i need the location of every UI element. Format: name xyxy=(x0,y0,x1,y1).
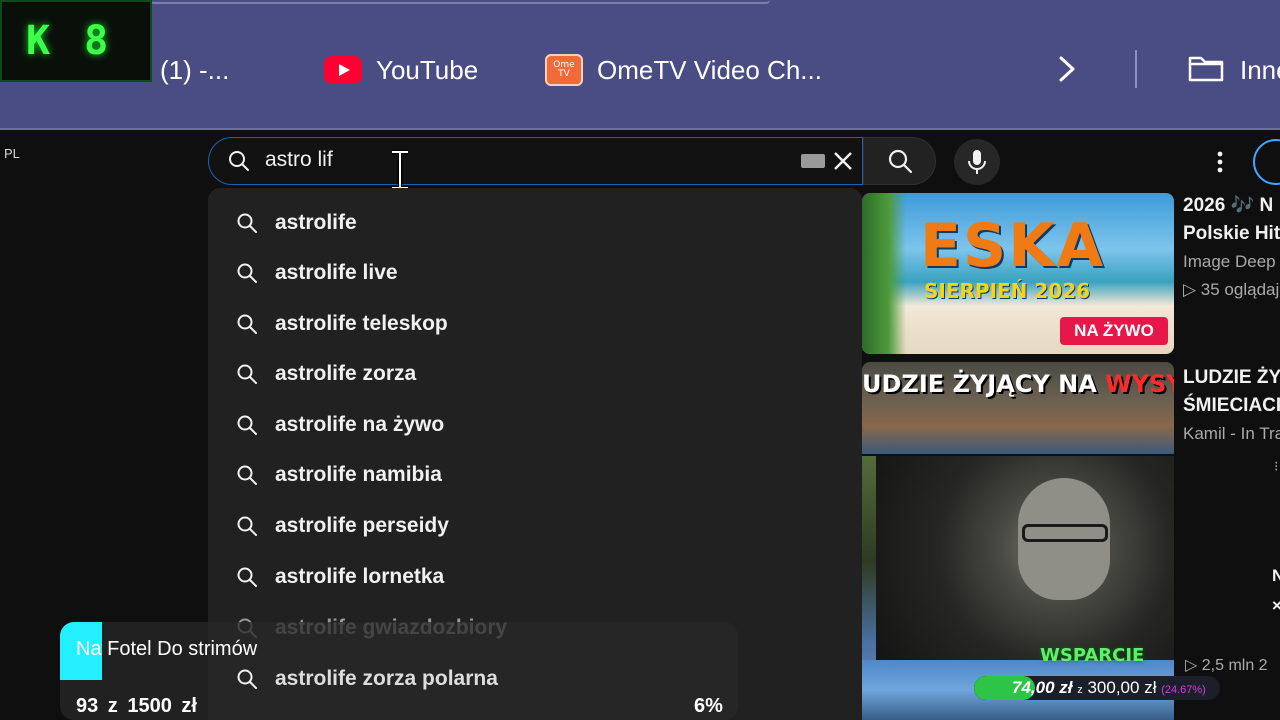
bookmark-ometv[interactable]: Ome TV OmeTV Video Ch... xyxy=(545,50,822,90)
donation-target: 300,00 zł xyxy=(1087,678,1157,697)
suggestion-text: astrolife namibia xyxy=(275,463,442,486)
voice-search-button[interactable] xyxy=(954,139,1000,185)
video-thumbnail-eska[interactable]: ESKA SIERPIEŃ 2026 NA ŻYWO xyxy=(862,193,1174,354)
thumbnail-subtitle: SIERPIEŃ 2026 xyxy=(924,279,1091,303)
keyboard-icon[interactable] xyxy=(801,154,825,168)
search-icon xyxy=(237,465,257,485)
goal-amount: 93 z 1500 zł xyxy=(76,695,197,717)
ometv-icon: Ome TV xyxy=(545,54,583,86)
thumbnail-decoration xyxy=(862,193,906,354)
suggestion-item[interactable]: astrolife na żywo xyxy=(208,400,862,450)
search-icon xyxy=(237,213,257,233)
donation-separator: z xyxy=(1077,684,1083,696)
search-icon xyxy=(237,263,257,283)
suggestion-item[interactable]: astrolife zorza xyxy=(208,349,862,399)
chevron-right-icon[interactable] xyxy=(1053,54,1081,84)
more-vert-icon[interactable]: ⁝ xyxy=(1274,458,1278,475)
bookmark-label: YouTube xyxy=(376,54,479,85)
region-label: PL xyxy=(4,146,20,161)
video-title-line: LUDZIE ŻY xyxy=(1183,367,1280,388)
suggestion-text: astrolife zorza polarna xyxy=(275,667,498,690)
live-badge-label: NA ŻYWO xyxy=(1074,321,1154,340)
search-icon xyxy=(237,364,257,384)
banner-text-b: WYSYPISKACH xyxy=(1105,370,1174,398)
browser-bookmarks-bar: (1) -... YouTube Ome TV OmeTV Video Ch..… xyxy=(0,0,1280,130)
search-icon xyxy=(237,567,257,587)
clipped-title-letter: N xyxy=(1272,566,1280,585)
suggestion-item[interactable]: astrolife zorza polarna xyxy=(208,654,862,704)
donation-current: 74,00 zł xyxy=(1012,678,1073,697)
bookmark-label: (1) -... xyxy=(160,54,230,85)
youtube-icon xyxy=(324,56,362,84)
donation-percent: (24.67%) xyxy=(1161,684,1206,696)
suggestion-text: astrolife teleskop xyxy=(275,312,448,335)
video-thumbnail-wysypiska[interactable]: UDZIE ŻYJĄCY NA WYSYPISKACH xyxy=(862,362,1174,454)
search-icon xyxy=(888,149,912,174)
donation-amounts: 74,00 zł z 300,00 zł (24.67%) xyxy=(1012,678,1206,698)
channel-name: Kamil - In Tra xyxy=(1183,424,1280,443)
live-badge: NA ŻYWO xyxy=(1060,317,1168,345)
tab-strip-edge xyxy=(150,0,770,4)
video-viewers: ▷ 35 oglądaj xyxy=(1183,280,1280,299)
bookmark-label: Inne xyxy=(1240,54,1280,85)
suggestion-item[interactable]: astrolife teleskop xyxy=(208,299,862,349)
bookmark-other-folder[interactable]: Inne xyxy=(1240,50,1280,90)
bookmarks-divider xyxy=(1135,50,1137,88)
bookmark-youtube[interactable]: YouTube xyxy=(324,50,478,90)
text-cursor-icon xyxy=(392,150,408,190)
suggestion-item[interactable]: astrolife perseidy xyxy=(208,501,862,551)
suggestion-item[interactable]: astrolife live xyxy=(208,248,862,298)
donation-label: WSPARCIE xyxy=(1040,645,1145,666)
banner-text-a: UDZIE ŻYJĄCY NA xyxy=(862,370,1106,398)
search-icon xyxy=(237,516,257,536)
video-meta-eska[interactable]: 2026 🎶 N Polskie Hit Image Deep ▷ 35 ogl… xyxy=(1183,192,1280,304)
clipped-title-letter: × xyxy=(1272,596,1280,615)
suggestion-text: astrolife live xyxy=(275,261,398,284)
suggestion-item[interactable]: astrolife xyxy=(208,198,862,248)
search-icon xyxy=(237,415,257,435)
microphone-icon xyxy=(968,150,986,174)
suggestion-item[interactable]: astrolife lornetka xyxy=(208,552,862,602)
search-query-text: astro lif xyxy=(265,148,333,171)
suggestion-text: astrolife xyxy=(275,211,357,234)
suggestion-text: astrolife na żywo xyxy=(275,413,445,436)
bookmark-label: OmeTV Video Ch... xyxy=(597,54,822,85)
suggestion-text: astrolife perseidy xyxy=(275,514,449,537)
suggestion-text: astrolife zorza xyxy=(275,362,417,385)
search-input[interactable]: astro lif xyxy=(208,137,863,185)
badge-right-glyph: 8 xyxy=(84,18,109,64)
search-icon xyxy=(229,151,249,171)
suggestion-item[interactable]: astrolife namibia xyxy=(208,450,862,500)
channel-name: Image Deep xyxy=(1183,252,1276,271)
video-views: ▷ 2,5 mln 2 xyxy=(1185,657,1268,674)
video-meta-wysypiska[interactable]: LUDZIE ŻY ŚMIECIACI Kamil - In Tra xyxy=(1183,364,1280,448)
search-icon xyxy=(237,314,257,334)
screen: (1) -... YouTube Ome TV OmeTV Video Ch..… xyxy=(0,0,1280,720)
bookmark-item-1[interactable]: (1) -... xyxy=(160,50,229,90)
video-title-line: ŚMIECIACI xyxy=(1183,395,1280,416)
badge-left-glyph: K xyxy=(26,18,51,64)
thumbnail-banner: UDZIE ŻYJĄCY NA WYSYPISKACH xyxy=(862,370,1174,398)
stream-overlay-badge: K 8 xyxy=(0,0,152,82)
suggestion-text: astrolife lornetka xyxy=(275,565,445,588)
video-title-line: Polskie Hit xyxy=(1183,223,1280,244)
video-title-line: 2026 🎶 N xyxy=(1183,195,1274,216)
thumbnail-title: ESKA xyxy=(920,211,1106,281)
search-button[interactable] xyxy=(863,137,936,185)
search-icon xyxy=(237,669,257,689)
folder-icon[interactable] xyxy=(1187,52,1225,84)
close-icon[interactable] xyxy=(831,149,855,173)
streamer-glasses xyxy=(1022,524,1108,542)
more-vert-icon[interactable] xyxy=(1210,148,1230,176)
